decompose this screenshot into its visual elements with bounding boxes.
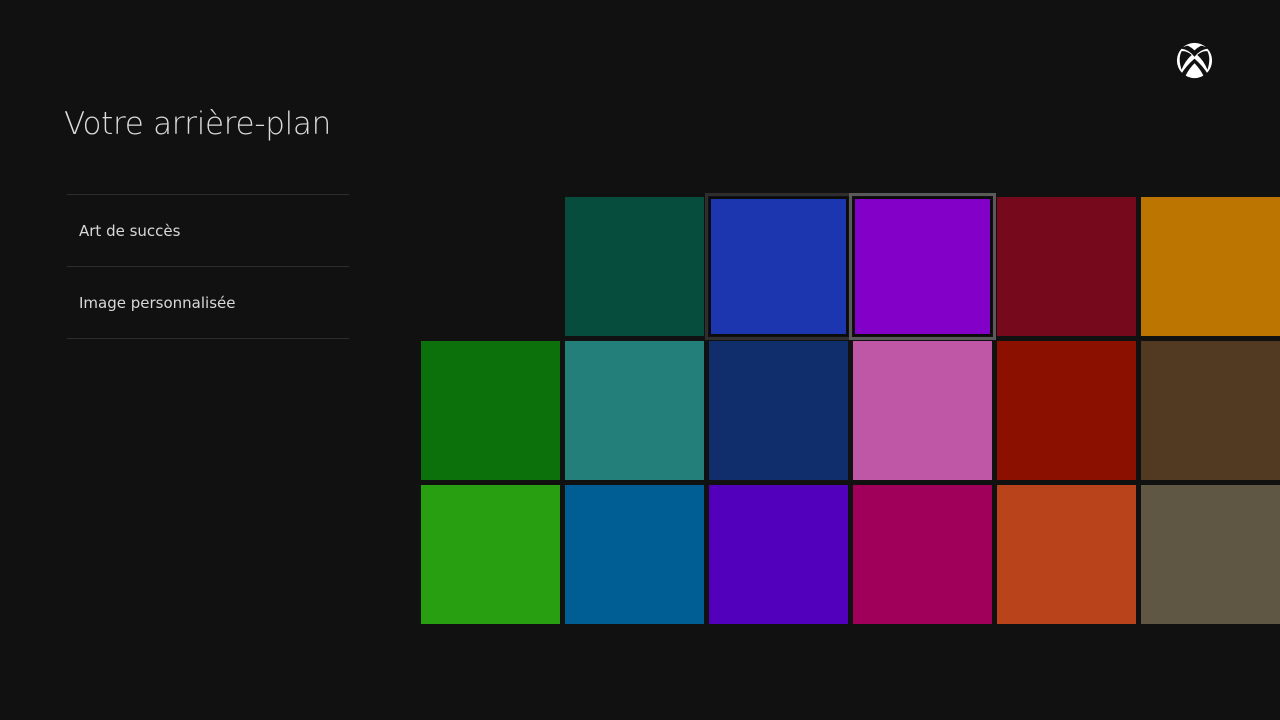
color-tile[interactable] [849, 193, 996, 340]
menu-item-custom-image[interactable]: Image personnalisée [67, 266, 349, 339]
menu-item-achievement-art[interactable]: Art de succès [67, 194, 349, 266]
menu-item-label: Image personnalisée [79, 293, 236, 312]
color-tile[interactable] [1141, 197, 1280, 336]
color-tile[interactable] [421, 341, 560, 480]
color-tile[interactable] [709, 341, 848, 480]
color-tile[interactable] [421, 485, 560, 624]
color-tile[interactable] [1141, 485, 1280, 624]
background-options-menu: Art de succès Image personnalisée [67, 194, 349, 339]
color-tile[interactable] [997, 485, 1136, 624]
color-tile[interactable] [997, 197, 1136, 336]
color-tile[interactable] [853, 341, 992, 480]
menu-item-label: Art de succès [79, 221, 181, 240]
color-tile[interactable] [709, 485, 848, 624]
color-tile[interactable] [705, 193, 852, 340]
color-tile[interactable] [565, 485, 704, 624]
color-tile[interactable] [565, 197, 704, 336]
color-tile[interactable] [997, 341, 1136, 480]
color-tile[interactable] [565, 341, 704, 480]
page-title: Votre arrière-plan [64, 106, 331, 142]
color-tile[interactable] [1141, 341, 1280, 480]
xbox-logo-icon [1176, 42, 1213, 79]
color-tile[interactable] [853, 485, 992, 624]
